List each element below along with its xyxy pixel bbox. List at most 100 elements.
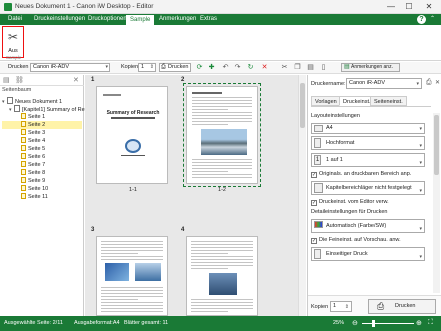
settings-scrollbar[interactable] bbox=[433, 113, 440, 293]
orientation-select[interactable]: Hochformat ▾ bbox=[311, 136, 425, 150]
printer-name-select[interactable]: Canon iR-ADV ▾ bbox=[346, 78, 422, 89]
link-icon[interactable]: ⛓ bbox=[15, 76, 24, 84]
tab-druckeinstellungen[interactable]: Druckeinstellungen bbox=[30, 14, 89, 25]
tree-item[interactable]: Seite 1 bbox=[2, 113, 82, 121]
text-line bbox=[192, 177, 252, 178]
printer-name-label: Druckername: bbox=[311, 81, 346, 87]
binding-icon bbox=[314, 183, 323, 193]
tree-item-label: Seite 5 bbox=[28, 146, 46, 152]
detail-heading: Detaileinstellungen für Drucken bbox=[311, 209, 388, 215]
text-line bbox=[192, 112, 252, 113]
cut-button[interactable]: ✂ Aus bbox=[2, 26, 24, 58]
footer-print-button[interactable]: ⎙ Drucken bbox=[368, 299, 436, 314]
zoom-slider-thumb[interactable] bbox=[372, 320, 375, 327]
fit-page-icon[interactable]: ⛶ bbox=[428, 319, 433, 327]
page-thumbnail[interactable] bbox=[186, 236, 258, 316]
list-icon[interactable]: ▤ bbox=[3, 76, 10, 84]
maximize-button[interactable]: ☐ bbox=[402, 1, 416, 12]
page-thumbnail[interactable]: Summary of Research bbox=[96, 86, 168, 184]
text-line bbox=[191, 262, 253, 263]
scrollbar-thumb[interactable] bbox=[300, 83, 305, 128]
paper-icon bbox=[314, 125, 323, 132]
text-line bbox=[101, 253, 139, 254]
tree-item[interactable]: ▾ [Kapitel1] Summary of Re bbox=[2, 105, 85, 113]
zoom-in-icon[interactable]: ⊕ bbox=[416, 319, 422, 327]
tree-item[interactable]: Seite 7 bbox=[2, 161, 82, 169]
layout-heading: Layouteinstellungen bbox=[311, 113, 360, 119]
show-annotations-button[interactable]: ▤ Anmerkungen anz. bbox=[341, 63, 400, 72]
tree-item[interactable]: ▾ Neues Dokument 1 bbox=[2, 97, 82, 105]
page-icon[interactable]: ▯ bbox=[319, 63, 328, 72]
text-line bbox=[192, 121, 252, 122]
tab-sample[interactable]: Sample bbox=[126, 14, 155, 25]
text-line bbox=[192, 174, 252, 175]
apply-fine-settings-checkbox[interactable]: ✓ Die Feineinst. auf Vorschau. anw. bbox=[311, 236, 401, 244]
tree-item[interactable]: Seite 9 bbox=[2, 177, 82, 185]
tab-seiteneinst[interactable]: Seiteneinst. bbox=[370, 96, 407, 106]
add-icon[interactable]: ✚ bbox=[207, 63, 216, 72]
tree-item[interactable]: Seite 8 bbox=[2, 169, 82, 177]
cut-icon[interactable]: ✂ bbox=[280, 63, 289, 72]
chevron-down-icon: ▾ bbox=[416, 81, 419, 87]
copies-stepper[interactable]: 1 ⇕ bbox=[138, 63, 156, 72]
page-view-scrollbar[interactable] bbox=[298, 75, 306, 316]
close-button[interactable]: ✕ bbox=[422, 1, 436, 12]
ribbon: ✂ Aus Sample bbox=[0, 25, 441, 61]
binding-area-select[interactable]: Kapitelbereichläger nicht festgelegt ▾ bbox=[311, 181, 425, 195]
zoom-out-icon[interactable]: ⊖ bbox=[352, 319, 358, 327]
duplex-select[interactable]: Einseitiger Druck ▾ bbox=[311, 247, 425, 261]
checkbox-checked-icon: ✓ bbox=[311, 238, 317, 244]
tree-item[interactable]: Seite 3 bbox=[2, 129, 82, 137]
toolbar-print-button[interactable]: ⎙ Drucken bbox=[159, 63, 191, 72]
sheets-total-status: Blätter gesamt: 11 bbox=[124, 320, 169, 326]
ribbon-collapse-icon[interactable]: ⌃ bbox=[430, 15, 435, 24]
footer-copies-stepper[interactable]: 1 ⇕ bbox=[330, 301, 352, 312]
ribbon-group-label: Sample bbox=[6, 55, 22, 60]
tree-item[interactable]: Seite 4 bbox=[2, 137, 82, 145]
delete-icon[interactable]: ✕ bbox=[260, 63, 269, 72]
chevron-down-icon: ▾ bbox=[419, 160, 422, 166]
undo-icon[interactable]: ↶ bbox=[221, 63, 230, 72]
printer-select[interactable]: Canon iR-ADV ▾ bbox=[30, 63, 110, 72]
refresh-icon[interactable]: ⟳ bbox=[195, 63, 204, 72]
tree-item[interactable]: Seite 11 bbox=[2, 193, 82, 201]
paste-icon[interactable]: ▤ bbox=[306, 63, 315, 72]
panel-close-icon[interactable]: ✕ bbox=[73, 76, 79, 84]
tab-extras[interactable]: Extras bbox=[196, 14, 221, 25]
scrollbar-thumb[interactable] bbox=[434, 115, 439, 175]
tree-item[interactable]: Seite 2 bbox=[2, 121, 82, 129]
fit-to-printable-checkbox[interactable]: ✓ Originals. an druckbaren Bereich anp. bbox=[311, 170, 411, 178]
paper-size-select[interactable]: A4 ▾ bbox=[311, 123, 425, 134]
tree-item-label: Seite 6 bbox=[28, 154, 46, 160]
color-mode-select[interactable]: Automatisch (Farbe/SW) ▾ bbox=[311, 219, 425, 233]
minimize-button[interactable]: — bbox=[384, 1, 398, 12]
panel-close-icon[interactable]: ✕ bbox=[435, 79, 440, 86]
redo-icon[interactable]: ↷ bbox=[233, 63, 242, 72]
printer-select-value: Canon iR-ADV bbox=[33, 64, 70, 70]
scissors-icon: ✂ bbox=[8, 30, 19, 44]
tree-item[interactable]: Seite 5 bbox=[2, 145, 82, 153]
page-thumbnail-selected[interactable] bbox=[183, 83, 261, 187]
text-line bbox=[192, 168, 252, 169]
help-icon[interactable]: ? bbox=[417, 15, 426, 24]
tab-druckoptionen[interactable]: Druckoptionen bbox=[84, 14, 131, 25]
reload-icon[interactable]: ↻ bbox=[246, 63, 255, 72]
tree-item-label: Seite 10 bbox=[28, 186, 49, 192]
text-line bbox=[191, 247, 253, 248]
tab-vorlagen[interactable]: Vorlagen bbox=[311, 96, 341, 106]
printer-icon: ⎙ bbox=[161, 64, 166, 70]
printer-label: Drucken bbox=[8, 64, 29, 70]
tab-anmerkungen[interactable]: Anmerkungen bbox=[155, 14, 200, 25]
single-sided-icon bbox=[314, 249, 321, 259]
tree-item[interactable]: Seite 6 bbox=[2, 153, 82, 161]
tree-item[interactable]: Seite 10 bbox=[2, 185, 82, 193]
zoom-slider[interactable] bbox=[362, 320, 414, 327]
copy-icon[interactable]: ❐ bbox=[293, 63, 302, 72]
pages-per-sheet-select[interactable]: 1 1 auf 1 ▾ bbox=[311, 153, 425, 167]
printer-info-icon[interactable]: ⎙ bbox=[426, 79, 432, 87]
use-editor-settings-checkbox[interactable]: ✓ Druckeinst. vom Editor verw. bbox=[311, 198, 389, 206]
text-line bbox=[101, 287, 163, 288]
chevron-down-icon: ▾ bbox=[105, 64, 108, 70]
page-thumbnail[interactable] bbox=[96, 236, 168, 316]
tab-datei[interactable]: Datei bbox=[4, 14, 26, 25]
